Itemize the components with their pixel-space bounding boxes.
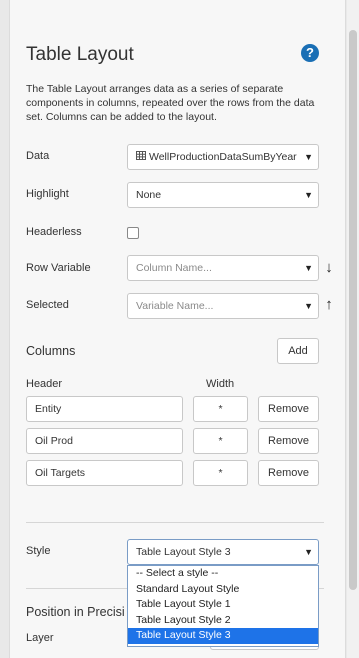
column-width-input[interactable]: * (193, 428, 248, 454)
style-select[interactable]: Table Layout Style 3 ▼ (127, 539, 319, 565)
data-select[interactable]: WellProductionDataSumByYear ▼ (127, 144, 319, 170)
arrow-down-icon[interactable]: ↓ (322, 257, 336, 279)
columns-title: Columns (26, 344, 76, 358)
position-title: Position in Precisi (26, 605, 125, 619)
style-option[interactable]: -- Select a style -- (128, 566, 318, 582)
column-header-input[interactable]: Oil Prod (26, 428, 183, 454)
arrow-up-icon[interactable]: ↑ (322, 294, 336, 316)
style-label: Style (26, 545, 51, 557)
style-select-value: Table Layout Style 3 (136, 546, 231, 558)
chevron-down-icon: ▼ (304, 301, 313, 311)
width-column-label: Width (206, 378, 235, 390)
highlight-select[interactable]: None ▼ (127, 182, 319, 208)
style-option[interactable]: Table Layout Style 1 (128, 597, 318, 613)
data-select-value: WellProductionDataSumByYear (149, 151, 297, 163)
chevron-down-icon: ▼ (304, 263, 313, 273)
style-option-selected[interactable]: Table Layout Style 3 (128, 628, 318, 644)
column-header-input[interactable]: Oil Targets (26, 460, 183, 486)
help-icon[interactable]: ? (301, 44, 319, 62)
highlight-select-value: None (136, 189, 162, 201)
remove-column-button[interactable]: Remove (258, 396, 319, 422)
column-width-input[interactable]: * (193, 396, 248, 422)
layer-label: Layer (26, 632, 54, 644)
column-width-input[interactable]: * (193, 460, 248, 486)
headerless-label: Headerless (26, 226, 82, 238)
selected-label: Selected (26, 299, 69, 311)
chevron-down-icon: ▼ (304, 190, 313, 200)
data-label: Data (26, 150, 50, 162)
selected-select[interactable]: Variable Name... ▼ (127, 293, 319, 319)
scrollbar-thumb[interactable] (349, 30, 357, 590)
row-variable-placeholder: Column Name... (136, 262, 212, 274)
style-option[interactable]: Table Layout Style 2 (128, 613, 318, 629)
panel-title: Table Layout (26, 44, 134, 65)
column-header-input[interactable]: Entity (26, 396, 183, 422)
remove-column-button[interactable]: Remove (258, 428, 319, 454)
remove-column-button[interactable]: Remove (258, 460, 319, 486)
chevron-down-icon: ▼ (304, 152, 313, 162)
style-dropdown-list[interactable]: -- Select a style -- Standard Layout Sty… (127, 565, 319, 647)
table-icon (136, 145, 146, 169)
row-variable-select[interactable]: Column Name... ▼ (127, 255, 319, 281)
style-option[interactable]: Standard Layout Style (128, 582, 318, 598)
row-variable-label: Row Variable (26, 262, 91, 274)
add-column-button[interactable]: Add (277, 338, 319, 364)
headerless-checkbox[interactable] (127, 227, 139, 239)
header-column-label: Header (26, 378, 63, 390)
panel-description: The Table Layout arranges data as a seri… (26, 83, 315, 123)
chevron-down-icon: ▼ (304, 547, 313, 557)
highlight-label: Highlight (26, 188, 69, 200)
selected-placeholder: Variable Name... (136, 300, 214, 312)
section-divider (26, 522, 324, 523)
